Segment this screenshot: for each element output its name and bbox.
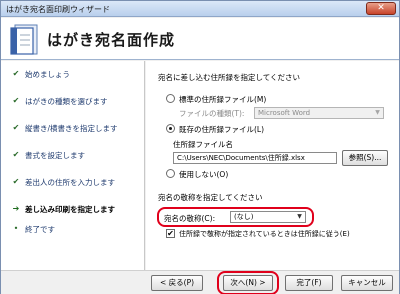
wizard-steps: ✔ 始めましょう ✔ はがきの種類を選びます ✔ 縦書き/横書きを指定します ✔… [1, 61, 145, 270]
checkmark-icon: ✔ [12, 69, 20, 78]
step-mail-merge: ➔ 差し込み印刷を指定します [1, 202, 145, 218]
file-name-label: 住所録ファイル名 [173, 140, 233, 149]
step-card-type: ✔ はがきの種類を選びます [1, 94, 145, 110]
step-label: 終了です [25, 225, 55, 234]
radio-existing-label: 既存の住所録ファイル(L) [179, 125, 265, 134]
address-source-title: 宛名に差し込む住所録を指定してください [158, 73, 301, 82]
step-label: 差し込み印刷を指定します [25, 205, 115, 214]
wizard-footer: < 戻る(P) 次へ(N) > 完了(F) キャンセル [1, 270, 399, 294]
file-type-select[interactable]: Microsoft Word ▼ [254, 107, 384, 119]
arrow-right-icon: ➔ [12, 204, 20, 213]
back-button[interactable]: < 戻る(P) [151, 275, 203, 291]
close-button[interactable]: ✕ [366, 2, 396, 15]
step-label: はがきの種類を選びます [25, 97, 108, 106]
file-path-value: C:\Users\NEC\Documents\住所録.xlsx [177, 154, 305, 162]
step-label: 差出人の住所を入力します [25, 178, 115, 187]
browse-button[interactable]: 参照(S)... [342, 150, 388, 166]
bullet-icon: • [13, 224, 19, 233]
radio-existing-addressbook[interactable] [166, 124, 175, 133]
step-format: ✔ 書式を設定します [1, 148, 145, 164]
file-type-label: ファイルの種類(T): [179, 109, 245, 118]
step-finish: • 終了です [1, 222, 145, 238]
page-title: はがき宛名面作成 [47, 31, 176, 49]
step-orientation: ✔ 縦書き/横書きを指定します [1, 121, 145, 137]
step-start: ✔ 始めましょう [1, 67, 145, 83]
wizard-header: はがき宛名面作成 [1, 18, 399, 60]
radio-no-addressbook[interactable] [166, 169, 175, 178]
follow-addressbook-checkbox[interactable]: ✔ [166, 229, 175, 238]
file-type-value: Microsoft Word [258, 109, 311, 117]
checkmark-icon: ✔ [12, 96, 20, 105]
window-title: はがき宛名面印刷ウィザード [6, 5, 110, 14]
document-wizard-icon [10, 24, 38, 55]
checkmark-icon: ✔ [12, 123, 20, 132]
checkmark-icon: ✔ [12, 177, 20, 186]
chevron-down-icon: ▼ [375, 109, 380, 116]
step-label: 書式を設定します [25, 151, 85, 160]
highlight-ring-honorific [157, 207, 314, 227]
step-label: 始めましょう [25, 70, 70, 79]
radio-none-label: 使用しない(O) [179, 170, 229, 179]
radio-standard-addressbook[interactable] [166, 94, 175, 103]
follow-addressbook-label: 住所録で敬称が指定されているときは住所録に従う(E) [179, 230, 350, 238]
checkmark-icon: ✔ [12, 150, 20, 159]
wizard-content: 宛名に差し込む住所録を指定してください 標準の住所録ファイル(M) ファイルの種… [146, 61, 399, 270]
highlight-ring-next [217, 271, 279, 294]
step-label: 縦書き/横書きを指定します [25, 124, 118, 133]
cancel-button[interactable]: キャンセル [341, 275, 393, 291]
title-bar: はがき宛名面印刷ウィザード ✕ [1, 1, 399, 17]
honorific-section-title: 宛名の敬称を指定してください [158, 193, 263, 202]
wizard-window: はがき宛名面印刷ウィザード ✕ はがき宛名面作成 ✔ 始めましょう ✔ はがきの… [0, 0, 400, 294]
finish-button[interactable]: 完了(F) [285, 275, 333, 291]
file-path-input[interactable]: C:\Users\NEC\Documents\住所録.xlsx [173, 152, 337, 164]
radio-standard-label: 標準の住所録ファイル(M) [179, 95, 267, 104]
step-sender: ✔ 差出人の住所を入力します [1, 175, 145, 191]
